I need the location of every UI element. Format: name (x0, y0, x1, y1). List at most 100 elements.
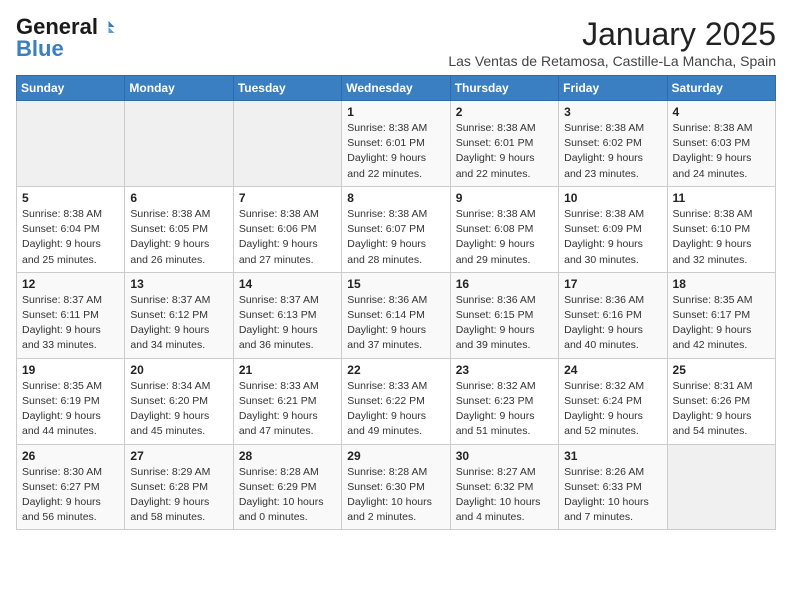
logo-general-text: General (16, 16, 98, 38)
calendar-day-14: 14Sunrise: 8:37 AM Sunset: 6:13 PM Dayli… (233, 272, 341, 358)
calendar-header-row: SundayMondayTuesdayWednesdayThursdayFrid… (17, 76, 776, 101)
day-number: 25 (673, 363, 770, 377)
weekday-header-sunday: Sunday (17, 76, 125, 101)
calendar-day-12: 12Sunrise: 8:37 AM Sunset: 6:11 PM Dayli… (17, 272, 125, 358)
calendar-day-20: 20Sunrise: 8:34 AM Sunset: 6:20 PM Dayli… (125, 358, 233, 444)
day-info: Sunrise: 8:36 AM Sunset: 6:14 PM Dayligh… (347, 293, 444, 354)
day-info: Sunrise: 8:38 AM Sunset: 6:09 PM Dayligh… (564, 207, 661, 268)
day-info: Sunrise: 8:38 AM Sunset: 6:10 PM Dayligh… (673, 207, 770, 268)
calendar-empty-cell (17, 101, 125, 187)
calendar-empty-cell (125, 101, 233, 187)
day-number: 7 (239, 191, 336, 205)
calendar-day-30: 30 Sunrise: 8:27 AM Sunset: 6:32 PM Dayli… (450, 444, 558, 530)
calendar-day-28: 28 Sunrise: 8:28 AM Sunset: 6:29 PM Dayli… (233, 444, 341, 530)
calendar-day-24: 24 Sunrise: 8:32 AM Sunset: 6:24 PM Dayli… (559, 358, 667, 444)
day-info: Sunrise: 8:27 AM Sunset: 6:32 PM Dayligh… (456, 465, 553, 526)
day-number: 10 (564, 191, 661, 205)
day-info: Sunrise: 8:38 AM Sunset: 6:06 PM Dayligh… (239, 207, 336, 268)
calendar-day-3: 3 Sunrise: 8:38 AM Sunset: 6:02 PM Daylig… (559, 101, 667, 187)
calendar-day-25: 25 Sunrise: 8:31 AM Sunset: 6:26 PM Dayli… (667, 358, 775, 444)
logo: General Blue (16, 16, 116, 60)
weekday-header-tuesday: Tuesday (233, 76, 341, 101)
calendar-day-19: 19 Sunrise: 8:35 AM Sunset: 6:19 PM Dayli… (17, 358, 125, 444)
calendar-week-row: 26Sunrise: 8:30 AM Sunset: 6:27 PM Dayli… (17, 444, 776, 530)
day-number: 16 (456, 277, 553, 291)
day-number: 3 (564, 105, 661, 119)
day-number: 8 (347, 191, 444, 205)
day-number: 14 (239, 277, 336, 291)
day-info: Sunrise: 8:37 AM Sunset: 6:11 PM Dayligh… (22, 293, 119, 354)
day-number: 13 (130, 277, 227, 291)
day-number: 9 (456, 191, 553, 205)
calendar-day-1: 1Sunrise: 8:38 AM Sunset: 6:01 PM Daylig… (342, 101, 450, 187)
calendar-day-17: 17Sunrise: 8:36 AM Sunset: 6:16 PM Dayli… (559, 272, 667, 358)
day-info: Sunrise: 8:38 AM Sunset: 6:04 PM Dayligh… (22, 207, 119, 268)
day-info: Sunrise: 8:38 AM Sunset: 6:05 PM Dayligh… (130, 207, 227, 268)
day-number: 22 (347, 363, 444, 377)
calendar-week-row: 1Sunrise: 8:38 AM Sunset: 6:01 PM Daylig… (17, 101, 776, 187)
day-number: 27 (130, 449, 227, 463)
logo-blue-text: Blue (16, 38, 64, 60)
day-number: 19 (22, 363, 119, 377)
calendar-day-15: 15 Sunrise: 8:36 AM Sunset: 6:14 PM Dayli… (342, 272, 450, 358)
calendar-week-row: 19 Sunrise: 8:35 AM Sunset: 6:19 PM Dayli… (17, 358, 776, 444)
calendar-day-16: 16 Sunrise: 8:36 AM Sunset: 6:15 PM Dayli… (450, 272, 558, 358)
day-number: 26 (22, 449, 119, 463)
calendar-day-8: 8 Sunrise: 8:38 AM Sunset: 6:07 PM Daylig… (342, 186, 450, 272)
calendar-day-7: 7 Sunrise: 8:38 AM Sunset: 6:06 PM Daylig… (233, 186, 341, 272)
logo-icon (98, 18, 116, 36)
calendar-day-9: 9Sunrise: 8:38 AM Sunset: 6:08 PM Daylig… (450, 186, 558, 272)
day-info: Sunrise: 8:32 AM Sunset: 6:23 PM Dayligh… (456, 379, 553, 440)
day-number: 2 (456, 105, 553, 119)
day-info: Sunrise: 8:35 AM Sunset: 6:17 PM Dayligh… (673, 293, 770, 354)
day-number: 23 (456, 363, 553, 377)
day-info: Sunrise: 8:28 AM Sunset: 6:29 PM Dayligh… (239, 465, 336, 526)
day-number: 30 (456, 449, 553, 463)
calendar-day-31: 31 Sunrise: 8:26 AM Sunset: 6:33 PM Dayli… (559, 444, 667, 530)
calendar-week-row: 5 Sunrise: 8:38 AM Sunset: 6:04 PM Daylig… (17, 186, 776, 272)
day-info: Sunrise: 8:32 AM Sunset: 6:24 PM Dayligh… (564, 379, 661, 440)
day-number: 21 (239, 363, 336, 377)
day-number: 15 (347, 277, 444, 291)
day-info: Sunrise: 8:38 AM Sunset: 6:07 PM Dayligh… (347, 207, 444, 268)
day-number: 18 (673, 277, 770, 291)
weekday-header-friday: Friday (559, 76, 667, 101)
weekday-header-monday: Monday (125, 76, 233, 101)
day-number: 28 (239, 449, 336, 463)
day-info: Sunrise: 8:31 AM Sunset: 6:26 PM Dayligh… (673, 379, 770, 440)
calendar-day-11: 11 Sunrise: 8:38 AM Sunset: 6:10 PM Dayli… (667, 186, 775, 272)
day-number: 4 (673, 105, 770, 119)
month-title: January 2025 (448, 16, 776, 53)
weekday-header-thursday: Thursday (450, 76, 558, 101)
day-info: Sunrise: 8:38 AM Sunset: 6:01 PM Dayligh… (347, 121, 444, 182)
day-number: 20 (130, 363, 227, 377)
calendar-day-23: 23 Sunrise: 8:32 AM Sunset: 6:23 PM Dayli… (450, 358, 558, 444)
calendar-day-18: 18 Sunrise: 8:35 AM Sunset: 6:17 PM Dayli… (667, 272, 775, 358)
location-title: Las Ventas de Retamosa, Castille-La Manc… (448, 53, 776, 69)
day-info: Sunrise: 8:36 AM Sunset: 6:15 PM Dayligh… (456, 293, 553, 354)
calendar-day-26: 26Sunrise: 8:30 AM Sunset: 6:27 PM Dayli… (17, 444, 125, 530)
day-number: 24 (564, 363, 661, 377)
day-info: Sunrise: 8:35 AM Sunset: 6:19 PM Dayligh… (22, 379, 119, 440)
day-info: Sunrise: 8:38 AM Sunset: 6:02 PM Dayligh… (564, 121, 661, 182)
calendar-table: SundayMondayTuesdayWednesdayThursdayFrid… (16, 75, 776, 530)
calendar-day-6: 6 Sunrise: 8:38 AM Sunset: 6:05 PM Daylig… (125, 186, 233, 272)
calendar-day-13: 13 Sunrise: 8:37 AM Sunset: 6:12 PM Dayli… (125, 272, 233, 358)
day-info: Sunrise: 8:26 AM Sunset: 6:33 PM Dayligh… (564, 465, 661, 526)
day-number: 5 (22, 191, 119, 205)
day-info: Sunrise: 8:38 AM Sunset: 6:01 PM Dayligh… (456, 121, 553, 182)
day-number: 31 (564, 449, 661, 463)
day-info: Sunrise: 8:36 AM Sunset: 6:16 PM Dayligh… (564, 293, 661, 354)
calendar-empty-cell (233, 101, 341, 187)
calendar-empty-cell (667, 444, 775, 530)
day-number: 6 (130, 191, 227, 205)
day-number: 29 (347, 449, 444, 463)
calendar-day-2: 2 Sunrise: 8:38 AM Sunset: 6:01 PM Daylig… (450, 101, 558, 187)
calendar-day-27: 27Sunrise: 8:29 AM Sunset: 6:28 PM Dayli… (125, 444, 233, 530)
calendar-week-row: 12Sunrise: 8:37 AM Sunset: 6:11 PM Dayli… (17, 272, 776, 358)
day-info: Sunrise: 8:37 AM Sunset: 6:12 PM Dayligh… (130, 293, 227, 354)
page-header: General Blue January 2025 Las Ventas de … (16, 16, 776, 69)
day-number: 11 (673, 191, 770, 205)
day-info: Sunrise: 8:38 AM Sunset: 6:03 PM Dayligh… (673, 121, 770, 182)
day-info: Sunrise: 8:28 AM Sunset: 6:30 PM Dayligh… (347, 465, 444, 526)
